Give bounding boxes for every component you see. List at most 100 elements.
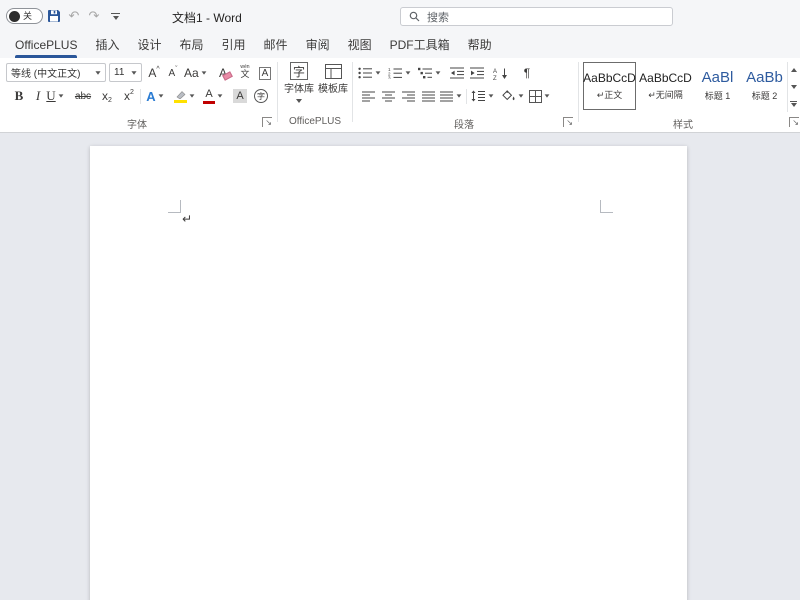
style-preview: AaBl (702, 70, 734, 85)
tab-officeplus[interactable]: OfficePLUS (6, 32, 86, 58)
page[interactable]: ↵ (90, 146, 687, 600)
triangle-down-icon (791, 85, 797, 89)
align-center-button[interactable] (380, 86, 398, 106)
bold-button[interactable]: B (10, 86, 28, 106)
strikethrough-button[interactable]: abc (74, 86, 92, 106)
template-library-icon (324, 62, 342, 80)
chevron-down-icon (296, 99, 302, 103)
tab-help[interactable]: 帮助 (459, 32, 501, 58)
strikethrough-icon: abc (75, 91, 91, 102)
distribute-button[interactable] (440, 86, 462, 106)
chevron-down-icon (376, 71, 381, 74)
tab-view[interactable]: 视图 (339, 32, 381, 58)
character-border-button[interactable]: A (256, 63, 274, 83)
autosave-toggle[interactable]: 关 (6, 8, 43, 24)
tab-design[interactable]: 设计 (129, 32, 171, 58)
ribbon-tab-bar: OfficePLUS 插入 设计 布局 引用 邮件 审阅 视图 PDF工具箱 帮… (0, 32, 800, 58)
font-color-icon: A (203, 89, 215, 104)
autosave-state-label: 关 (23, 12, 32, 21)
font-name-combo[interactable]: 等线 (中文正文) (6, 63, 106, 82)
save-icon (47, 9, 61, 23)
chevron-down-icon (489, 94, 494, 97)
up-mark-icon: ^ (156, 66, 159, 73)
tab-pdf-tools[interactable]: PDF工具箱 (381, 32, 459, 58)
paragraph-dialog-launcher[interactable]: ↘ (563, 117, 573, 127)
sort-button[interactable]: AZ (492, 63, 510, 83)
group-divider (277, 62, 278, 122)
increase-indent-button[interactable] (468, 63, 486, 83)
style-normal[interactable]: AaBbCcD ↵正文 (583, 62, 636, 110)
style-preview: AaBbCcD (639, 72, 692, 84)
text-effects-button[interactable]: A (146, 86, 164, 106)
multilevel-list-icon (418, 67, 433, 79)
change-case-button[interactable]: Aa (184, 63, 207, 83)
style-gallery: AaBbCcD ↵正文 AaBbCcD ↵无间隔 AaBl 标题 1 AaBb … (583, 62, 787, 112)
style-heading-2[interactable]: AaBb 标题 2 (742, 62, 787, 110)
borders-button[interactable] (529, 86, 550, 106)
highlight-button[interactable] (174, 86, 195, 106)
shading-button[interactable] (501, 86, 524, 106)
search-box[interactable]: 搜索 (400, 7, 673, 26)
bold-icon: B (15, 88, 24, 104)
italic-button[interactable]: I (29, 86, 47, 106)
chevron-down-icon (519, 94, 524, 97)
character-shading-icon: A (233, 89, 246, 103)
line-spacing-button[interactable] (471, 86, 494, 106)
redo-button[interactable]: ↷ (84, 6, 104, 26)
numbering-icon: 123 (388, 67, 403, 79)
character-shading-button[interactable]: A (231, 86, 249, 106)
style-heading-1[interactable]: AaBl 标题 1 (695, 62, 740, 110)
tab-mailings[interactable]: 邮件 (255, 32, 297, 58)
font-size-combo[interactable]: 11 (109, 63, 142, 82)
superscript-button[interactable]: x2 (120, 86, 138, 106)
style-gallery-more-button[interactable] (788, 95, 799, 112)
triangle-up-icon (791, 68, 797, 72)
template-library-button[interactable]: 模板库 (317, 62, 349, 114)
style-gallery-scroll (787, 62, 799, 112)
style-preview: AaBb (746, 70, 783, 85)
tab-insert[interactable]: 插入 (86, 32, 128, 58)
styles-dialog-launcher[interactable]: ↘ (789, 117, 799, 127)
style-gallery-up-button[interactable] (788, 62, 799, 79)
chevron-down-icon (95, 71, 100, 74)
grow-font-button[interactable]: A^ (145, 63, 163, 83)
style-gallery-down-button[interactable] (788, 79, 799, 96)
chevron-down-icon (201, 71, 206, 74)
line-spacing-icon (471, 90, 486, 102)
subscript-button[interactable]: x2 (98, 86, 116, 106)
clear-formatting-button[interactable]: A (214, 63, 232, 83)
customize-quick-access-button[interactable] (108, 6, 123, 26)
paragraph-mark: ↵ (182, 212, 192, 226)
crop-mark-top-right (600, 200, 613, 213)
divider (466, 89, 467, 104)
save-button[interactable] (44, 6, 64, 26)
style-no-spacing[interactable]: AaBbCcD ↵无间隔 (638, 62, 693, 110)
bullets-button[interactable] (358, 63, 381, 83)
underline-button[interactable]: U (46, 86, 64, 106)
align-left-button[interactable] (360, 86, 378, 106)
justify-button[interactable] (420, 86, 438, 106)
shrink-font-button[interactable]: Aˇ (164, 63, 182, 83)
align-right-button[interactable] (400, 86, 418, 106)
underline-icon: U (46, 88, 55, 104)
show-marks-button[interactable]: ¶ (518, 63, 536, 83)
undo-button[interactable]: ↶ (64, 6, 84, 26)
numbering-button[interactable]: 123 (388, 63, 411, 83)
font-color-button[interactable]: A (203, 86, 223, 106)
autosave-knob-icon (9, 11, 20, 22)
shrink-font-icon: A (168, 68, 175, 79)
tab-references[interactable]: 引用 (213, 32, 255, 58)
phonetic-guide-button[interactable]: wén 文 (236, 62, 254, 82)
enclose-characters-button[interactable]: 字 (252, 86, 270, 106)
tab-layout[interactable]: 布局 (171, 32, 213, 58)
chevron-down-icon (58, 94, 63, 97)
decrease-indent-button[interactable] (448, 63, 466, 83)
font-library-button[interactable]: 字 字体库 (283, 62, 315, 114)
document-title: 文档1 - Word (172, 9, 242, 26)
multilevel-list-button[interactable] (418, 63, 441, 83)
font-dialog-launcher[interactable]: ↘ (262, 117, 272, 127)
search-placeholder: 搜索 (427, 9, 449, 25)
customize-bar-icon (111, 13, 120, 14)
tab-review[interactable]: 审阅 (297, 32, 339, 58)
sort-icon: AZ (493, 67, 509, 80)
